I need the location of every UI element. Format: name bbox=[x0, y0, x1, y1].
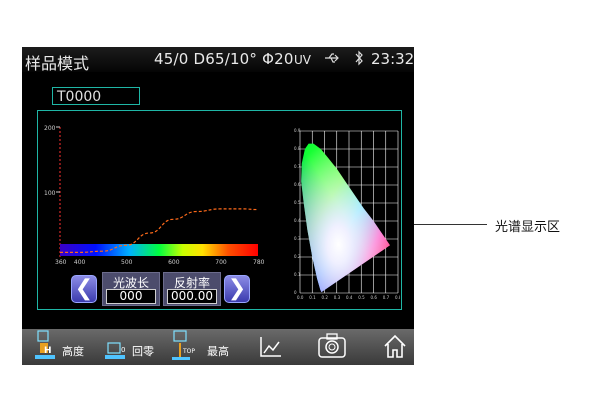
sample-id-field[interactable]: T0000 bbox=[52, 87, 140, 105]
x-tick-label: 700 bbox=[215, 259, 227, 266]
cie-x-tick-label: 0.7 bbox=[383, 295, 390, 300]
cie-y-tick-label: 0.2 bbox=[294, 254, 301, 259]
cie-y-tick-label: 0.8 bbox=[294, 146, 301, 151]
bluetooth-icon bbox=[354, 50, 364, 70]
camera-icon bbox=[318, 333, 346, 358]
cie-y-tick-label: 0.5 bbox=[294, 200, 301, 205]
measurement-conditions: 45/0 D65/10° Φ20 bbox=[154, 50, 294, 68]
home-button[interactable] bbox=[382, 329, 410, 365]
x-tick-label: 400 bbox=[74, 259, 86, 266]
cie-chromaticity-diagram: 0.0 0.1 0.2 0.3 0.4 0.5 0.6 0.7 0.8 0.9 0.8 0.7 0.6 0… bbox=[293, 128, 400, 300]
wavelength-value[interactable]: 000 bbox=[106, 289, 156, 304]
camera-button[interactable] bbox=[317, 329, 347, 365]
cie-x-tick-label: 0.8 bbox=[395, 295, 400, 300]
svg-text:H: H bbox=[44, 346, 52, 356]
home-icon bbox=[384, 334, 406, 358]
spectrum-axes: 200 100 bbox=[44, 125, 61, 259]
callout-line bbox=[414, 224, 487, 225]
bottom-toolbar: H 高度 0 回零 TOP 最高 bbox=[22, 329, 414, 365]
spectrum-display-area: 200 100 360 400 500 600 700 780 0.0 0.1 0.2 0.3 0… bbox=[37, 110, 402, 310]
x-tick-label: 500 bbox=[121, 259, 133, 266]
zero-icon: 0 bbox=[105, 342, 125, 359]
reflectance-value[interactable]: 000.00 bbox=[167, 289, 217, 304]
chart-button[interactable] bbox=[257, 329, 287, 365]
zero-label: 回零 bbox=[132, 345, 154, 358]
cie-x-tick-label: 0.2 bbox=[322, 295, 329, 300]
y-tick-label: 100 bbox=[44, 190, 56, 197]
next-wavelength-button[interactable]: ❯ bbox=[224, 275, 250, 303]
cie-x-tick-label: 0.3 bbox=[334, 295, 341, 300]
cie-x-tick-label: 0.1 bbox=[309, 295, 316, 300]
cie-x-tick-label: 0.0 bbox=[297, 295, 304, 300]
x-tick-label: 600 bbox=[168, 259, 180, 266]
y-tick-label: 200 bbox=[44, 125, 56, 132]
cie-y-tick-label: 0.1 bbox=[294, 272, 301, 277]
top-icon: TOP bbox=[172, 330, 195, 360]
height-label: 高度 bbox=[62, 345, 84, 358]
cie-x-tick-label: 0.6 bbox=[371, 295, 378, 300]
clock: 23:32 bbox=[371, 50, 415, 68]
mode-title: 样品模式 bbox=[25, 54, 90, 73]
height-button[interactable]: H 高度 bbox=[32, 329, 112, 365]
reflectance-field: 反射率 000.00 bbox=[163, 272, 221, 306]
chart-icon bbox=[260, 337, 281, 357]
cie-x-tick-label: 0.4 bbox=[346, 295, 353, 300]
cie-y-tick-label: 0.6 bbox=[294, 182, 301, 187]
cie-x-tick-label: 0.5 bbox=[358, 295, 365, 300]
spectrum-x-ticks: 360 400 500 600 700 780 bbox=[55, 259, 265, 266]
visible-spectrum-bar bbox=[60, 244, 258, 256]
usb-icon bbox=[324, 51, 340, 69]
cie-y-tick-label: 0.7 bbox=[294, 164, 301, 169]
svg-text:0: 0 bbox=[121, 346, 125, 354]
uv-indicator: UV bbox=[294, 53, 311, 67]
svg-text:TOP: TOP bbox=[182, 348, 195, 355]
height-icon: H bbox=[35, 330, 55, 359]
x-tick-label: 360 bbox=[55, 259, 67, 266]
prev-wavelength-button[interactable]: ❮ bbox=[71, 275, 97, 303]
wavelength-field: 光波长 000 bbox=[102, 272, 160, 306]
top-button[interactable]: TOP 最高 bbox=[170, 329, 240, 365]
device-screen: 样品模式 45/0 D65/10° Φ20 UV 23:32 T0000 200… bbox=[22, 47, 414, 365]
x-tick-label: 780 bbox=[253, 259, 265, 266]
cie-y-tick-label: 0.3 bbox=[294, 236, 301, 241]
top-label: 最高 bbox=[207, 345, 229, 358]
status-bar: 样品模式 45/0 D65/10° Φ20 UV 23:32 bbox=[22, 47, 415, 73]
callout-label: 光谱显示区 bbox=[495, 220, 561, 235]
cie-y-tick-label: 0.9 bbox=[294, 128, 301, 133]
cie-y-tick-label: 0.4 bbox=[294, 218, 301, 223]
